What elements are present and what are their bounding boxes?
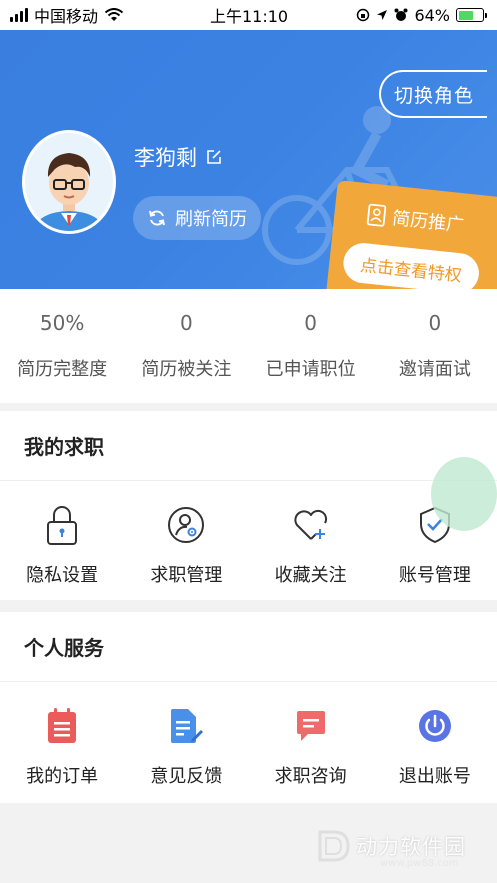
switch-role-button[interactable]: 切换角色 [379,70,487,118]
stat-interviews[interactable]: 0 邀请面试 [373,289,497,403]
stat-value: 0 [428,311,442,335]
clock: 上午11:10 [210,7,289,26]
job-management-item[interactable]: 求职管理 [124,481,248,599]
grid-label: 求职管理 [150,565,223,586]
heart-plus-icon [294,509,327,540]
grid-label: 隐私设置 [26,565,99,586]
personal-services-section: 个人服务 我的订单 意见反馈 求职咨询 退出账号 [0,612,497,803]
edit-icon[interactable] [205,148,223,166]
alarm-icon [394,8,408,21]
user-settings-icon [168,507,205,543]
username[interactable]: 李狗剩 [134,142,223,172]
resume-stats: 50% 简历完整度 0 简历被关注 0 已申请职位 0 邀请面试 [0,289,497,403]
section-title: 我的求职 [0,411,497,481]
username-text: 李狗剩 [134,146,197,170]
refresh-resume-button[interactable]: 刷新简历 [133,196,261,240]
section-title: 个人服务 [0,612,497,682]
watermark-logo-icon [318,830,350,862]
view-privileges-button[interactable]: 点击查看特权 [341,241,481,289]
feedback-item[interactable]: 意见反馈 [124,682,248,800]
grid-label: 账号管理 [398,565,471,586]
privacy-settings-item[interactable]: 隐私设置 [0,481,124,599]
wifi-icon [104,8,124,21]
favorites-item[interactable]: 收藏关注 [249,481,373,599]
stat-label: 简历被关注 [141,359,232,380]
stat-value: 50% [39,311,85,335]
stat-completeness[interactable]: 50% 简历完整度 [0,289,124,403]
switch-role-label: 切换角色 [393,84,474,107]
stat-label: 简历完整度 [17,359,108,380]
watermark-url: www.pw88.com [380,858,459,869]
refresh-icon [149,210,165,226]
battery-icon [456,8,487,22]
avatar[interactable] [22,130,116,234]
stat-applied[interactable]: 0 已申请职位 [249,289,373,403]
refresh-resume-label: 刷新简历 [175,209,247,230]
grid-label: 我的订单 [26,766,99,787]
grid-label: 意见反馈 [150,766,223,787]
signal-icon [10,8,28,22]
my-orders-item[interactable]: 我的订单 [0,682,124,800]
stat-value: 0 [180,311,193,335]
lock-icon [47,506,78,545]
stat-label: 邀请面试 [398,359,471,380]
location-icon [377,10,388,20]
promo-title: 简历推广 [391,207,465,237]
stat-followed[interactable]: 0 简历被关注 [124,289,248,403]
job-consulting-item[interactable]: 求职咨询 [249,682,373,800]
watermark-text: 动力软件园 [356,835,466,859]
order-clipboard-icon [48,708,77,743]
logout-item[interactable]: 退出账号 [373,682,497,800]
grid-label: 收藏关注 [274,565,347,586]
floating-assistive-button[interactable] [431,457,497,531]
power-icon [418,710,451,742]
grid-label: 求职咨询 [274,766,347,787]
stat-value: 0 [304,311,317,335]
feedback-document-icon [171,709,204,743]
resume-promotion-card[interactable]: 简历推广 点击查看特权 [324,180,497,289]
profile-header: 切换角色 李狗剩 刷新简历 简历推广 点击查看特权 [0,30,497,289]
grid-label: 退出账号 [398,766,471,787]
chat-bubble-icon [296,711,325,741]
battery-percent: 64% [414,5,450,25]
job-search-section: 我的求职 隐私设置 求职管理 收藏关注 账号管理 [0,411,497,600]
status-bar: 中国移动 上午11:10 64% [0,0,497,30]
resume-doc-icon [366,203,387,227]
lock-rotation-icon [357,8,370,22]
carrier-label: 中国移动 [34,7,99,26]
promo-button-label: 点击查看特权 [359,255,463,286]
avatar-illustration [35,153,103,231]
stat-label: 已申请职位 [265,359,356,380]
